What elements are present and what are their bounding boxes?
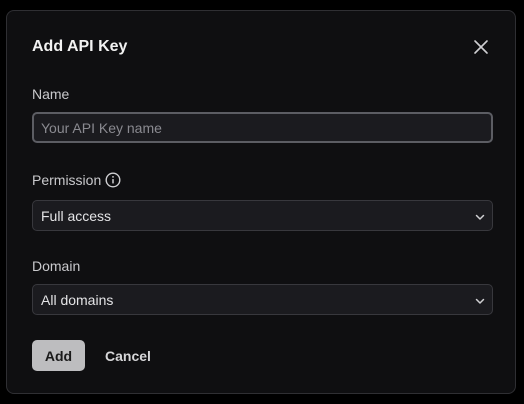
close-icon[interactable] (471, 37, 491, 57)
permission-select[interactable]: Full access (32, 200, 493, 231)
cancel-button[interactable]: Cancel (97, 340, 159, 371)
domain-select[interactable]: All domains (32, 284, 493, 315)
chevron-down-icon (474, 210, 486, 222)
info-icon[interactable] (105, 172, 121, 188)
permission-label: Permission (32, 172, 102, 188)
api-key-name-input[interactable] (32, 112, 493, 143)
add-api-key-dialog: Add API Key Name Permission Full access … (6, 10, 516, 394)
add-button[interactable]: Add (32, 340, 85, 371)
dialog-title: Add API Key (32, 38, 128, 55)
chevron-down-icon (474, 294, 486, 306)
permission-label-row: Permission (32, 172, 121, 188)
domain-selected-value: All domains (41, 292, 114, 308)
permission-selected-value: Full access (41, 208, 112, 224)
name-label: Name (32, 86, 70, 102)
domain-label: Domain (32, 258, 81, 274)
